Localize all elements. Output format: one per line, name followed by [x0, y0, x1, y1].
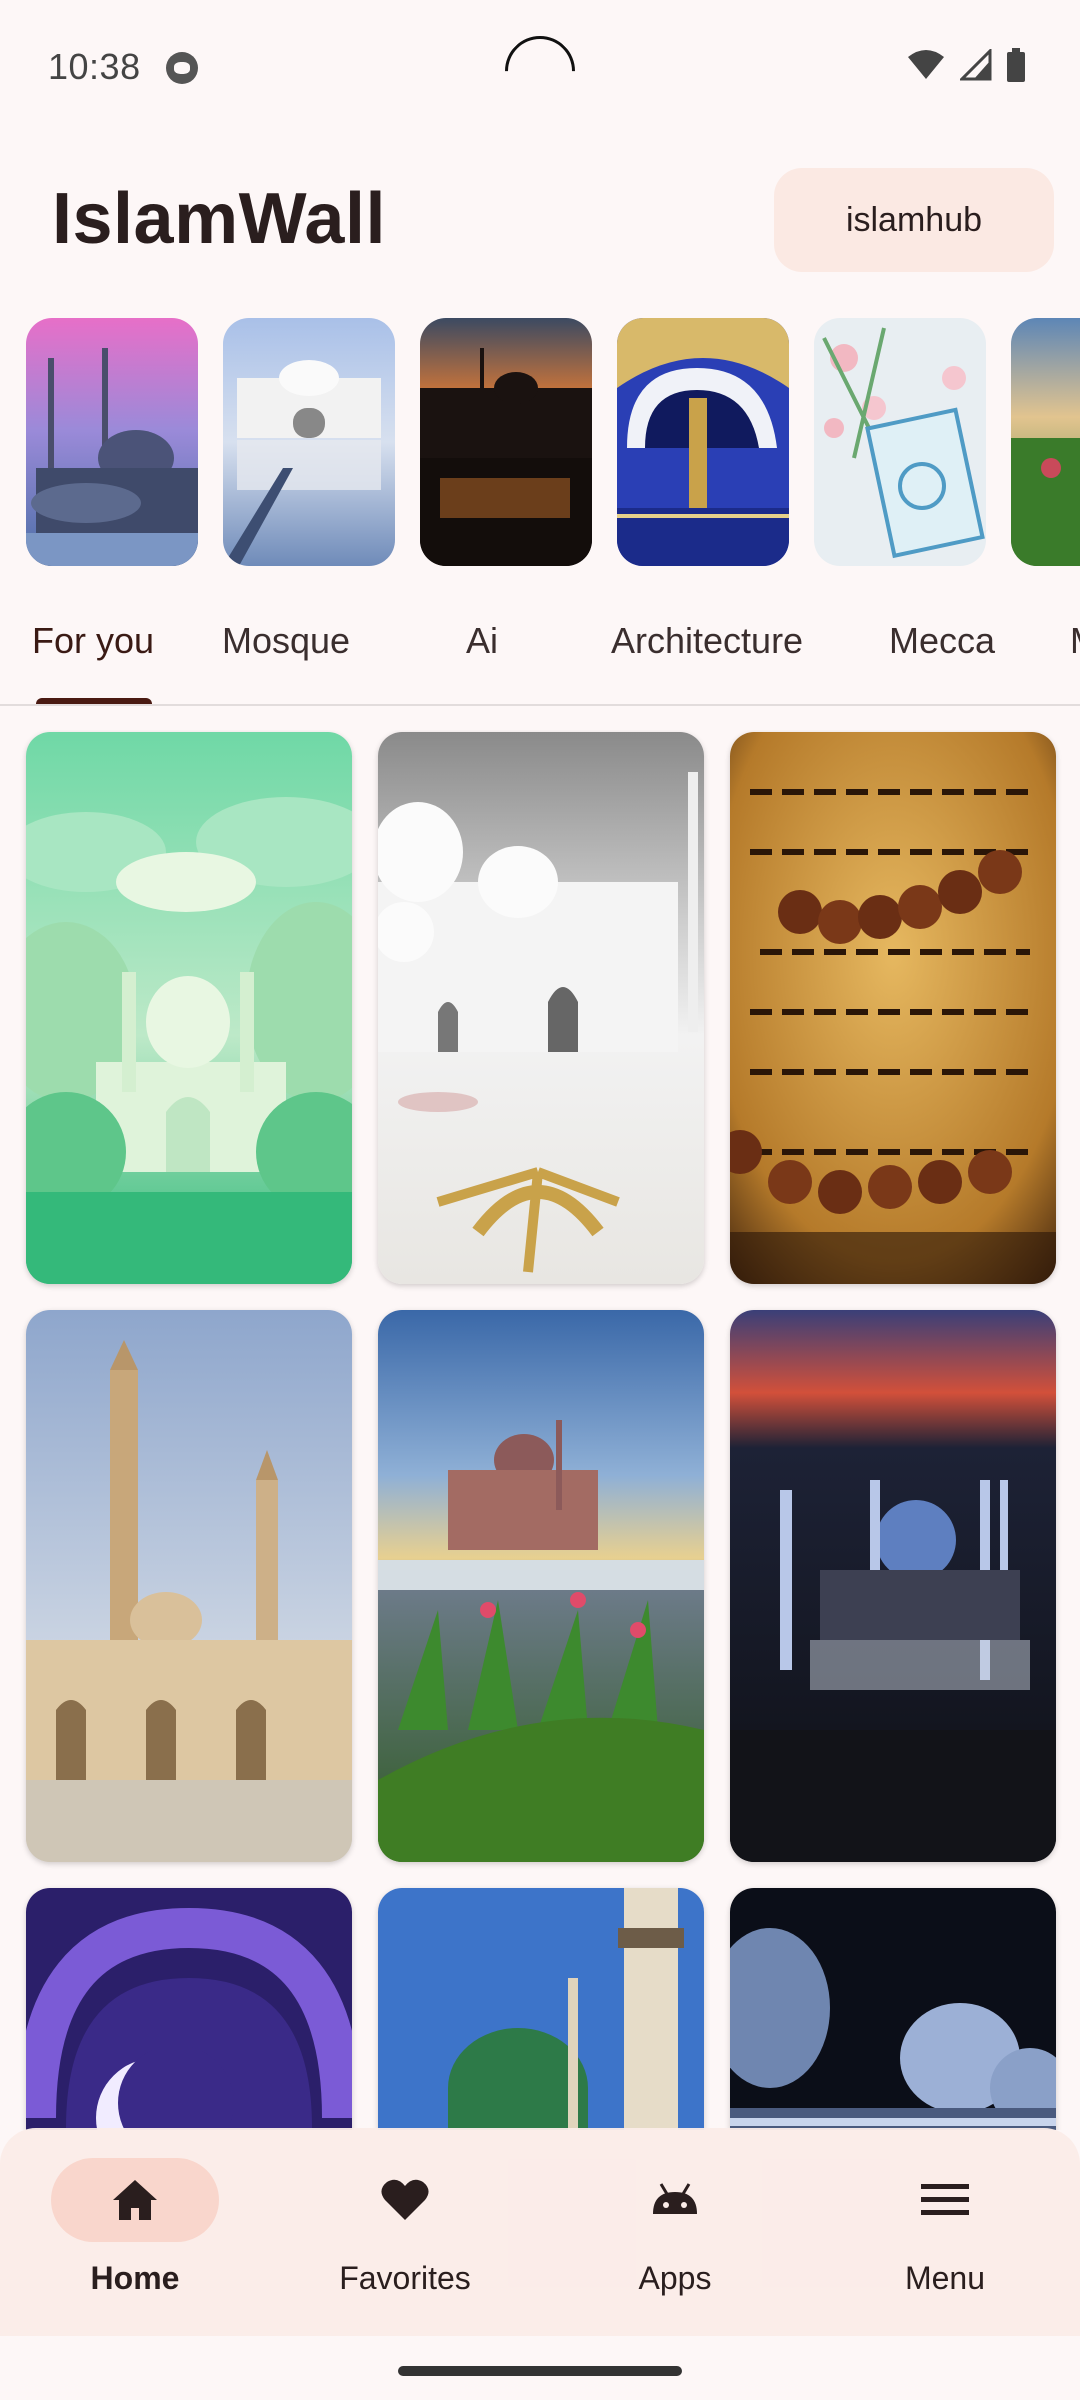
story-thumb-mosque-garden[interactable] — [1011, 318, 1080, 566]
nav-menu-label: Menu — [904, 2260, 986, 2296]
story-thumb-quran-flowers[interactable] — [814, 318, 986, 566]
story-thumb-blue-mosque[interactable] — [26, 318, 198, 566]
android-icon — [653, 2183, 697, 2214]
heart-icon — [381, 2179, 429, 2220]
white-palace-reflection-thumb — [223, 318, 395, 566]
wallpaper-tile[interactable] — [378, 732, 704, 1284]
tab-mosque[interactable]: Mosque — [222, 620, 350, 662]
white-domes-night-image — [730, 1888, 1056, 2130]
wifi-icon — [908, 50, 944, 79]
story-thumb-silhouette[interactable] — [420, 318, 592, 566]
tab-partial[interactable]: M — [1070, 620, 1080, 662]
wallpaper-tile[interactable] — [26, 732, 352, 1284]
mosque-garden-thumb — [1011, 318, 1080, 566]
tabs-divider — [0, 704, 1080, 706]
crescent-arch-image — [26, 1888, 352, 2130]
pink-mosque-garden-image — [378, 1310, 704, 1862]
wallpaper-tile[interactable] — [26, 1310, 352, 1862]
nav-apps-label: Apps — [638, 2260, 712, 2296]
nav-favorites[interactable]: Favorites — [270, 2128, 540, 2336]
wallpaper-tile[interactable] — [26, 1888, 352, 2130]
nav-apps[interactable]: Apps — [540, 2128, 810, 2336]
status-icons — [906, 48, 1026, 82]
nav-menu[interactable]: Menu — [810, 2128, 1080, 2336]
tab-ai[interactable]: Ai — [466, 620, 498, 662]
status-bar: 10:38 — [0, 0, 1080, 136]
featured-carousel[interactable] — [26, 318, 1080, 566]
tab-mecca[interactable]: Mecca — [889, 620, 995, 662]
wallpaper-tile[interactable] — [378, 1888, 704, 2130]
status-time: 10:38 — [48, 46, 141, 87]
mosque-silhouette-dusk-thumb — [420, 318, 592, 566]
wallpaper-tile[interactable] — [730, 1310, 1056, 1862]
battery-icon — [1007, 48, 1025, 82]
nav-home[interactable]: Home — [0, 2128, 270, 2336]
screen: 10:38 IslamWall islamhub For you Mosque … — [0, 0, 1080, 2400]
wallpaper-tile[interactable] — [730, 1888, 1056, 2130]
gesture-navigation-bar[interactable] — [398, 2366, 682, 2376]
blue-mosque-sunset-thumb — [26, 318, 198, 566]
camera-cutout — [490, 21, 590, 121]
wallpaper-tile[interactable] — [378, 1310, 704, 1862]
minaret-plaza-image — [26, 1310, 352, 1862]
story-thumb-white-palace[interactable] — [223, 318, 395, 566]
wallpaper-tile[interactable] — [730, 732, 1056, 1284]
green-dome-medina-image — [378, 1888, 704, 2130]
islamhub-button[interactable]: islamhub — [774, 168, 1054, 272]
tab-architecture[interactable]: Architecture — [611, 620, 803, 662]
tab-for-you[interactable]: For you — [32, 620, 154, 662]
white-marble-mosque-image — [378, 732, 704, 1284]
bottom-navigation: Home Favorites Apps Menu — [0, 2128, 1080, 2336]
quran-prayer-beads-image — [730, 732, 1056, 1284]
nav-home-label: Home — [90, 2260, 180, 2296]
notification-app-icon — [166, 52, 198, 84]
nav-favorites-label: Favorites — [339, 2260, 471, 2296]
quran-flowers-thumb — [814, 318, 986, 566]
category-tabs: For you Mosque Ai Architecture Mecca M — [0, 610, 1080, 706]
hamburger-menu-icon — [921, 2184, 969, 2215]
night-city-mosque-image — [730, 1310, 1056, 1862]
green-paper-mosque-image — [26, 732, 352, 1284]
home-icon — [113, 2180, 157, 2220]
wallpaper-grid — [0, 730, 1080, 2130]
cell-signal-icon — [960, 49, 992, 81]
golden-arches-thumb — [617, 318, 789, 566]
app-title: IslamWall — [52, 179, 386, 259]
story-thumb-golden-arches[interactable] — [617, 318, 789, 566]
